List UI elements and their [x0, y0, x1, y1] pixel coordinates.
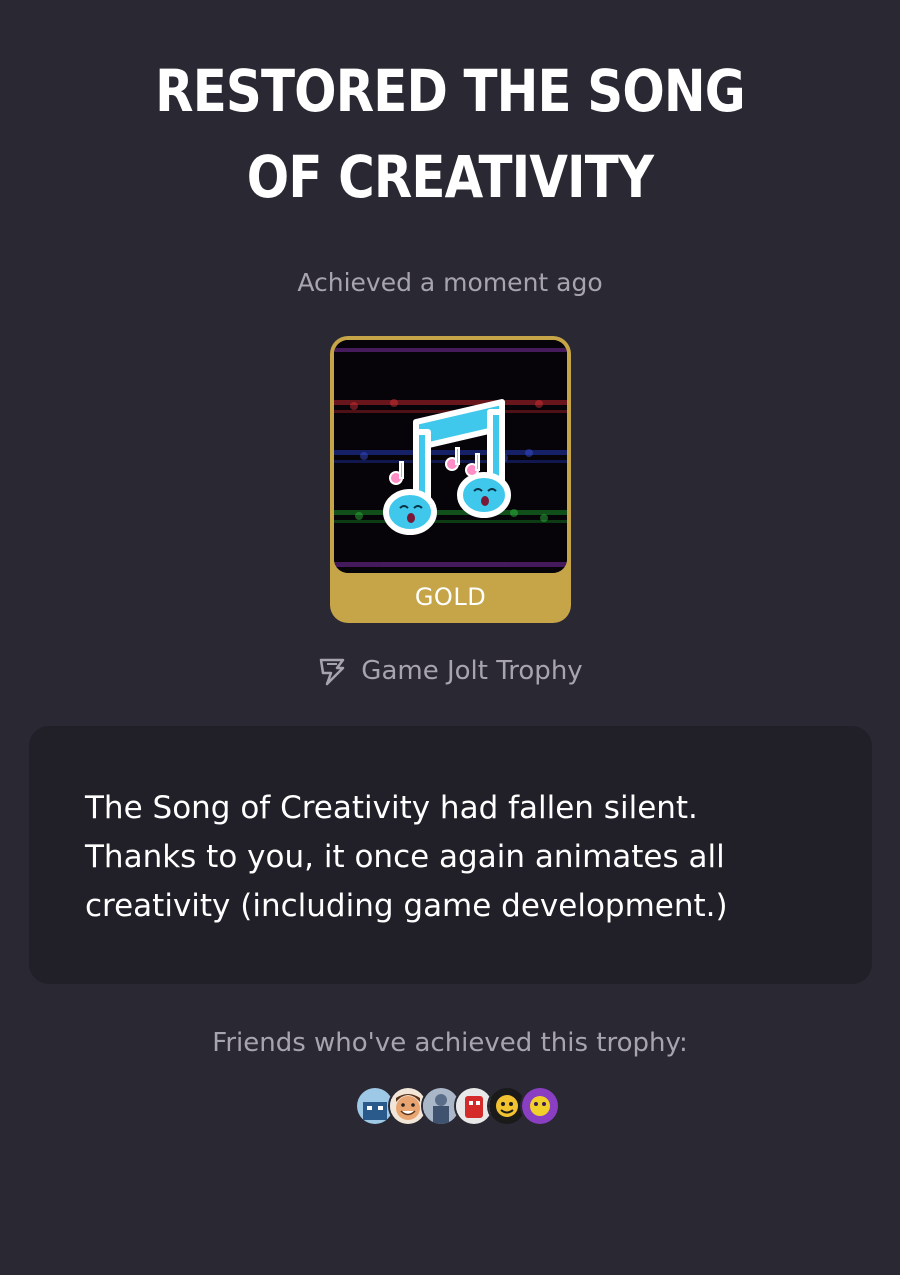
- trophy-type-label: Game Jolt Trophy: [361, 656, 583, 686]
- friend-avatar[interactable]: [520, 1086, 560, 1126]
- trophy-description-card: The Song of Creativity had fallen silent…: [29, 726, 872, 984]
- avatar-purple-character-icon: [522, 1088, 558, 1124]
- trophy-badge: GOLD: [330, 336, 571, 623]
- friends-achieved-label: Friends who've achieved this trophy:: [212, 1028, 688, 1058]
- trophy-detail-page: Restored the Song of Creativity Achieved…: [0, 0, 900, 1275]
- trophy-title: Restored the Song of Creativity: [155, 57, 746, 211]
- music-note-trophy-icon: [334, 340, 567, 573]
- trophy-type: Game Jolt Trophy: [0, 656, 900, 686]
- trophy-description: The Song of Creativity had fallen silent…: [85, 790, 728, 924]
- game-jolt-bolt-icon: [317, 656, 347, 686]
- friends-avatar-list: [355, 1086, 560, 1126]
- achieved-timestamp: Achieved a moment ago: [297, 268, 603, 297]
- trophy-tier-label: GOLD: [414, 583, 487, 611]
